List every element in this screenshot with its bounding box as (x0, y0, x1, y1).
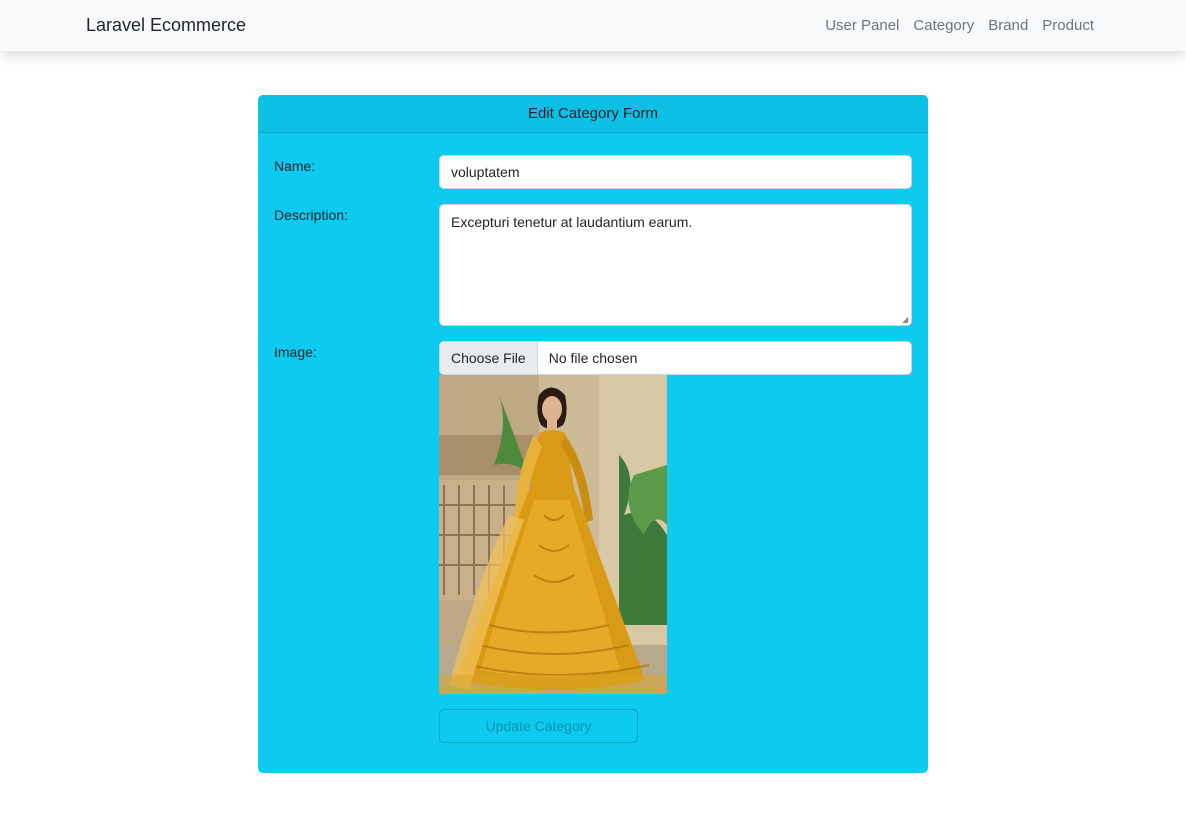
description-textarea[interactable]: Excepturi tenetur at laudantium earum. (439, 204, 912, 326)
image-label: Image: (274, 344, 317, 360)
nav-link-product[interactable]: Product (1042, 17, 1094, 34)
image-file-input[interactable]: Choose File No file chosen (439, 341, 912, 375)
nav-links: User Panel Category Brand Product (825, 17, 1094, 34)
card-title: Edit Category Form (258, 95, 928, 133)
edit-category-card: Edit Category Form Name: Description: Ex… (258, 95, 928, 773)
description-label: Description: (274, 207, 348, 223)
choose-file-button[interactable]: Choose File (440, 342, 538, 374)
nav-link-user-panel[interactable]: User Panel (825, 17, 899, 34)
update-category-button[interactable]: Update Category (439, 709, 638, 743)
category-image-illustration (439, 375, 667, 694)
category-image (439, 375, 667, 694)
file-status-text: No file chosen (548, 350, 638, 366)
nav-link-category[interactable]: Category (913, 17, 974, 34)
top-navbar: Laravel Ecommerce User Panel Category Br… (0, 0, 1186, 51)
name-input[interactable] (439, 155, 912, 189)
brand-link[interactable]: Laravel Ecommerce (86, 15, 246, 36)
nav-link-brand[interactable]: Brand (988, 17, 1028, 34)
name-label: Name: (274, 158, 316, 174)
